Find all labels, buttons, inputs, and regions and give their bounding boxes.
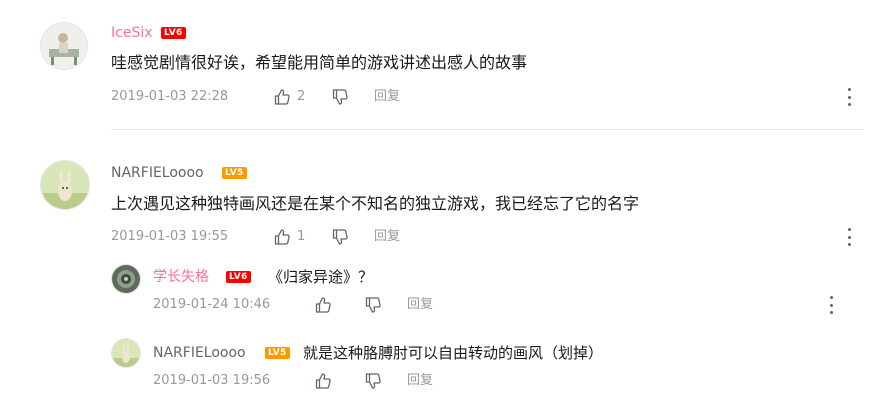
thumbs-down-icon[interactable] [331, 228, 349, 246]
comment-content: 上次遇见这种独特画风还是在某个不知名的独立游戏，我已经忘了它的名字 [111, 194, 640, 213]
comment-time: 2019-01-03 22:28 [111, 89, 229, 104]
level-badge: LV5 [265, 347, 290, 359]
level-badge: LV6 [161, 27, 186, 39]
avatar[interactable] [111, 338, 141, 368]
reply-content: 《归家异途》？ [268, 268, 374, 286]
username[interactable]: NARFIELoooo [111, 164, 204, 182]
thumbs-up-icon[interactable] [273, 88, 291, 106]
avatar-image [112, 339, 140, 367]
reply-button[interactable]: 回复 [407, 372, 433, 390]
thumbs-up-icon[interactable] [314, 372, 332, 390]
username[interactable]: NARFIELoooo [153, 344, 246, 362]
avatar-image [112, 265, 140, 293]
reply-time: 2019-01-24 10:46 [153, 297, 271, 312]
like-count: 2 [297, 89, 306, 104]
thumbs-down-icon[interactable] [364, 372, 382, 390]
avatar[interactable] [40, 160, 90, 210]
reply-button[interactable]: 回复 [407, 296, 433, 314]
more-vertical-icon[interactable] [829, 296, 833, 314]
comment-time: 2019-01-03 19:55 [111, 229, 229, 244]
avatar[interactable] [40, 22, 88, 70]
comment-content: 哇感觉剧情很好诶，希望能用简单的游戏讲述出感人的故事 [111, 53, 528, 72]
like-count: 1 [297, 229, 306, 244]
avatar-image [41, 161, 89, 209]
reply-time: 2019-01-03 19:56 [153, 373, 271, 388]
divider [111, 129, 863, 130]
reply-button[interactable]: 回复 [374, 228, 400, 246]
reply-button[interactable]: 回复 [374, 88, 400, 106]
thumbs-up-icon[interactable] [314, 296, 332, 314]
avatar-image [41, 23, 87, 69]
more-vertical-icon[interactable] [847, 88, 851, 106]
level-badge: LV5 [222, 167, 247, 179]
avatar[interactable] [111, 264, 141, 294]
username[interactable]: IceSix [111, 24, 153, 42]
username[interactable]: 学长失格 [153, 268, 209, 286]
thumbs-down-icon[interactable] [331, 88, 349, 106]
reply-content: 就是这种胳膊肘可以自由转动的画风（划掉） [303, 344, 604, 362]
more-vertical-icon[interactable] [847, 228, 851, 246]
thumbs-down-icon[interactable] [364, 296, 382, 314]
thumbs-up-icon[interactable] [273, 228, 291, 246]
level-badge: LV6 [226, 271, 251, 283]
